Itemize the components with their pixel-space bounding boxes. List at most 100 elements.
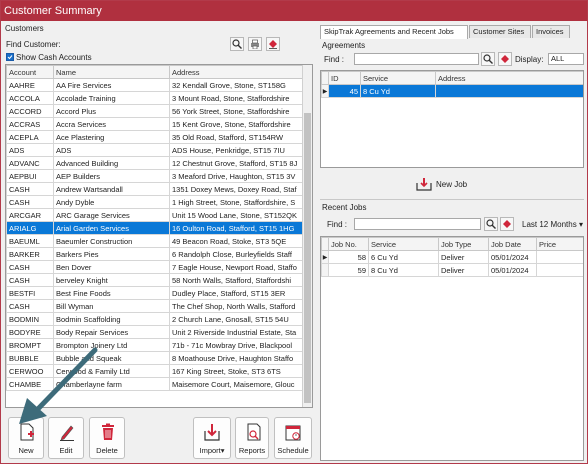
- column-header-id[interactable]: ID: [328, 71, 361, 85]
- recent-jobs-search-input[interactable]: [354, 218, 481, 230]
- scrollbar-thumb[interactable]: [304, 113, 311, 403]
- account-cell: CASH: [6, 195, 54, 209]
- table-row[interactable]: ARIALG Arial Garden Services 16 Oulton Roa…: [6, 221, 303, 235]
- table-row[interactable]: 59 8 Cu Yd Deliver 05/01/2024: [321, 263, 583, 277]
- job-type-cell: Deliver: [438, 263, 489, 277]
- column-header-account[interactable]: Account: [6, 65, 54, 79]
- eraser-icon[interactable]: [500, 217, 514, 231]
- name-cell: Ben Dover: [53, 260, 170, 274]
- show-cash-checkbox[interactable]: [6, 53, 14, 61]
- eraser-icon[interactable]: [266, 37, 280, 51]
- agreements-find-label: Find :: [324, 55, 345, 64]
- column-header-address[interactable]: Address: [169, 65, 303, 79]
- table-row[interactable]: ARCGAR ARC Garage Services Unit 15 Wood La…: [6, 208, 303, 222]
- address-cell: 12 Chestnut Grove, Stafford, ST15 8J: [169, 156, 303, 170]
- table-row[interactable]: CASH Andy Dyble 1 High Street, Stone, Staf…: [6, 195, 303, 209]
- address-cell: 3 Mount Road, Stone, Staffordshire: [169, 91, 303, 105]
- table-row[interactable]: BARKER Barkers Pies 6 Randolph Close, Burl…: [6, 247, 303, 261]
- table-row[interactable]: BODYRE Body Repair Services Unit 2 Riversi…: [6, 325, 303, 339]
- name-cell: Accra Services: [53, 117, 170, 131]
- customers-group-label: Customers: [5, 24, 44, 33]
- print-icon[interactable]: [248, 37, 262, 51]
- table-row[interactable]: ACCORD Accord Plus 56 York Street, Stone, …: [6, 104, 303, 118]
- address-cell: 167 King Street, Stoke, ST3 6TS: [169, 364, 303, 378]
- table-row[interactable]: ▶ 45 8 Cu Yd: [321, 84, 583, 98]
- column-header-service[interactable]: Service: [360, 71, 436, 85]
- column-header-job-date[interactable]: Job Date: [488, 237, 537, 251]
- address-cell: 56 York Street, Stone, Staffordshire: [169, 104, 303, 118]
- new-job-label: New Job: [436, 180, 468, 189]
- period-select[interactable]: Last 12 Months ▾: [522, 220, 583, 229]
- account-cell: BODMIN: [6, 312, 54, 326]
- schedule-button[interactable]: Schedule: [274, 417, 312, 459]
- name-cell: Accolade Training: [53, 91, 170, 105]
- reports-button[interactable]: Reports: [235, 417, 269, 459]
- table-row[interactable]: ACEPLA Ace Plastering 35 Old Road, Staffor…: [6, 130, 303, 144]
- table-row[interactable]: CASH berveley Knight 58 North Walls, Staff…: [6, 273, 303, 287]
- search-icon[interactable]: [484, 217, 498, 231]
- address-cell: 7 Eagle House, Newport Road, Staffo: [169, 260, 303, 274]
- table-row[interactable]: AAHRE AA Fire Services 32 Kendall Grove, S…: [6, 78, 303, 92]
- agreements-group-label: Agreements: [322, 41, 366, 50]
- search-icon[interactable]: [481, 52, 495, 66]
- column-header-service[interactable]: Service: [368, 237, 439, 251]
- customer-table-scrollbar[interactable]: [302, 65, 312, 407]
- tab-customer-sites[interactable]: Customer Sites: [469, 25, 531, 38]
- table-row[interactable]: ACCOLA Accolade Training 3 Mount Road, Sto…: [6, 91, 303, 105]
- address-cell: 3 Meaford Drive, Haughton, ST15 3V: [169, 169, 303, 183]
- table-row[interactable]: CASH Bill Wyman The Chef Shop, North Walls…: [6, 299, 303, 313]
- address-cell: Unit 2 Riverside Industrial Estate, Sta: [169, 325, 303, 339]
- display-select[interactable]: ALL: [548, 53, 584, 65]
- address-cell: ADS House, Penkridge, ST15 7IU: [169, 143, 303, 157]
- address-cell: Unit 15 Wood Lane, Stone, ST152QK: [169, 208, 303, 222]
- column-header-price[interactable]: Price: [536, 237, 583, 251]
- report-icon: [247, 423, 261, 441]
- window-title: Customer Summary: [1, 1, 587, 21]
- address-cell: Dudley Place, Stafford, ST15 3ER: [169, 286, 303, 300]
- address-cell: 16 Oulton Road, Stafford, ST15 1HG: [169, 221, 303, 235]
- display-label: Display:: [515, 55, 544, 64]
- customer-summary-window: Customer Summary Customers Find Customer…: [0, 0, 588, 464]
- table-row[interactable]: ACCRAS Accra Services 15 Kent Grove, Stone…: [6, 117, 303, 131]
- new-job-button[interactable]: New Job: [416, 175, 472, 195]
- search-icon[interactable]: [230, 37, 244, 51]
- table-row[interactable]: BAEUML Baeumler Construction 49 Beacon Roa…: [6, 234, 303, 248]
- table-row[interactable]: BESTFI Best Fine Foods Dudley Place, Staff…: [6, 286, 303, 300]
- account-cell: CASH: [6, 299, 54, 313]
- table-row[interactable]: ADVANC Advanced Building 12 Chestnut Grove…: [6, 156, 303, 170]
- name-cell: Bodmin Scaffolding: [53, 312, 170, 326]
- agreements-search-input[interactable]: [354, 53, 479, 65]
- recent-jobs-group-label: Recent Jobs: [322, 203, 367, 212]
- column-header-job-type[interactable]: Job Type: [438, 237, 489, 251]
- table-row[interactable]: ▶ 58 6 Cu Yd Deliver 05/01/2024: [321, 250, 583, 264]
- account-cell: BARKER: [6, 247, 54, 261]
- table-row[interactable]: BODMIN Bodmin Scaffolding 2 Church Lane, G…: [6, 312, 303, 326]
- account-cell: CASH: [6, 260, 54, 274]
- account-cell: ACEPLA: [6, 130, 54, 144]
- address-cell: 58 North Walls, Stafford, Staffordshi: [169, 273, 303, 287]
- account-cell: CASH: [6, 273, 54, 287]
- eraser-icon[interactable]: [498, 52, 512, 66]
- column-header-name[interactable]: Name: [53, 65, 170, 79]
- column-header-address[interactable]: Address: [435, 71, 583, 85]
- address-cell: 6 Randolph Close, Burleyfields Staff: [169, 247, 303, 261]
- name-cell: Barkers Pies: [53, 247, 170, 261]
- reports-button-label: Reports: [238, 446, 266, 455]
- account-cell: ARIALG: [6, 221, 54, 235]
- column-header-job-no[interactable]: Job No.: [328, 237, 369, 251]
- name-cell: Baeumler Construction: [53, 234, 170, 248]
- import-button[interactable]: Import▾: [193, 417, 231, 459]
- job-service-cell: 8 Cu Yd: [368, 263, 439, 277]
- table-row[interactable]: CASH Ben Dover 7 Eagle House, Newport Road…: [6, 260, 303, 274]
- tab-agreements-jobs[interactable]: SkipTrak Agreements and Recent Jobs: [320, 25, 468, 39]
- import-icon: [204, 424, 220, 441]
- job-date-cell: 05/01/2024: [488, 263, 537, 277]
- address-cell: 1 High Street, Stone, Staffordshire, S: [169, 195, 303, 209]
- table-row[interactable]: AEPBUI AEP Builders 3 Meaford Drive, Haugh…: [6, 169, 303, 183]
- table-row[interactable]: CASH Andrew Wartsandall 1351 Doxey Mews, D…: [6, 182, 303, 196]
- tab-invoices[interactable]: Invoices: [532, 25, 570, 38]
- job-price-cell: [536, 263, 583, 277]
- table-row[interactable]: ADS ADS ADS House, Penkridge, ST15 7IU: [6, 143, 303, 157]
- name-cell: Accord Plus: [53, 104, 170, 118]
- job-service-cell: 6 Cu Yd: [368, 250, 439, 264]
